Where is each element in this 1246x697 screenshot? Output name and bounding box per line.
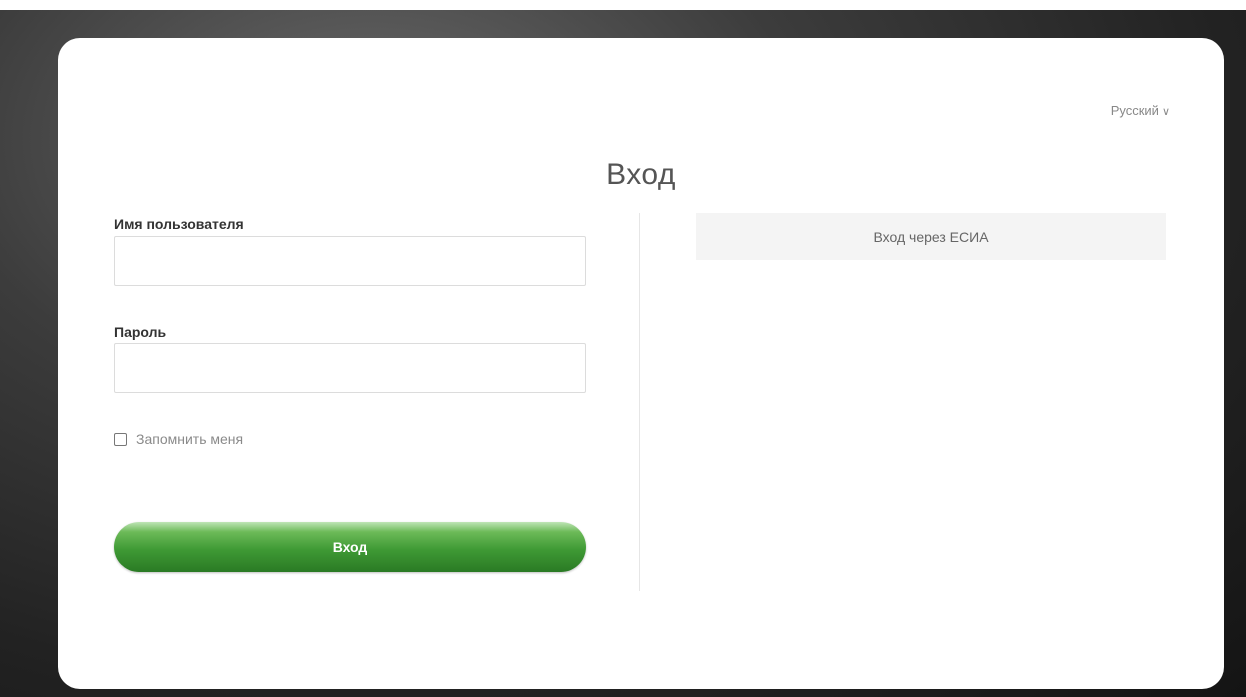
column-divider: [639, 213, 640, 591]
login-card: Русский ∨ Вход Имя пользователя Пароль За…: [58, 38, 1224, 689]
esia-login-label: Вход через ЕСИА: [873, 228, 989, 245]
remember-me[interactable]: Запомнить меня: [114, 431, 243, 447]
login-button[interactable]: Вход: [114, 522, 586, 572]
chevron-down-icon: ∨: [1161, 106, 1170, 118]
remember-checkbox[interactable]: [114, 432, 127, 446]
language-label: Русский: [1110, 103, 1159, 118]
password-label: Пароль: [114, 324, 167, 340]
page-title: Вход: [606, 158, 676, 191]
password-input[interactable]: [114, 343, 586, 393]
esia-login-button[interactable]: Вход через ЕСИА: [696, 213, 1166, 260]
username-input[interactable]: [114, 236, 586, 286]
language-selector[interactable]: Русский ∨: [1111, 103, 1170, 118]
username-label: Имя пользователя: [114, 216, 244, 232]
remember-label: Запомнить меня: [136, 431, 244, 447]
top-strip: [0, 0, 1246, 10]
